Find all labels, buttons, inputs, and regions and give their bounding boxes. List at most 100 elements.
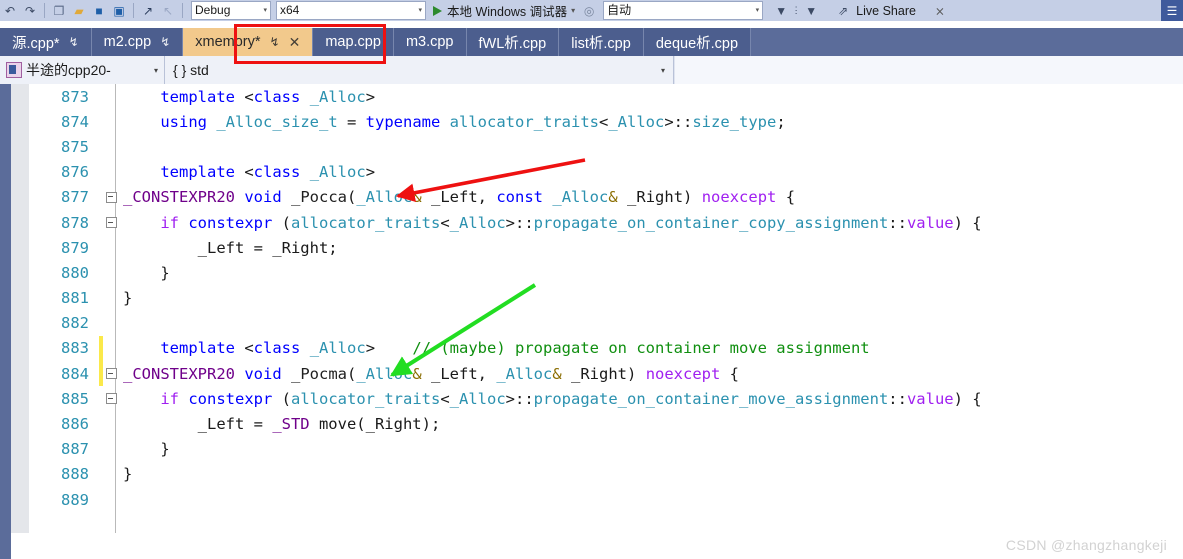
menu-icon[interactable]: ☰ [1161,0,1183,21]
collapse-minus-icon[interactable] [105,393,117,405]
change-indicator [99,160,103,185]
shield-icon[interactable]: ◎ [579,1,599,21]
line-number: 873 [61,87,89,106]
project-icon [6,62,22,78]
code-line[interactable]: 876 template <class _Alloc> [29,160,1183,185]
editor-tab[interactable]: 源.cpp* ↯ [0,28,92,56]
pin-icon[interactable]: ↯ [160,35,170,49]
filter-down-icon[interactable]: ▼ [771,1,791,21]
run-play-icon[interactable] [433,5,442,16]
run-debugger-label[interactable]: 本地 Windows 调试器 [447,1,567,20]
editor-tab[interactable]: list析.cpp [559,28,644,56]
live-share-label[interactable]: Live Share [856,4,916,18]
collapse-minus-icon[interactable] [105,368,117,380]
code-line[interactable]: 888} [29,462,1183,487]
code-line[interactable]: 889 [29,487,1183,512]
navigation-bar-empty-area [674,56,1183,84]
editor-tab[interactable]: xmemory* ↯ ✕ [183,28,314,56]
fold-toggle[interactable] [103,217,119,229]
fold-toggle[interactable] [103,368,119,380]
code-line[interactable]: 881} [29,286,1183,311]
editor-tab[interactable]: deque析.cpp [643,28,752,56]
change-indicator [99,335,103,362]
toolbar-separator-2 [133,3,134,18]
fold-toggle[interactable] [103,191,119,203]
editor-tab-label: xmemory* [195,34,261,50]
line-number: 889 [61,490,89,509]
code-editor[interactable]: 873 template <class _Alloc> 874 using _Al… [0,84,1183,533]
code-text: using _Alloc_size_t = typename allocator… [160,112,786,131]
chevron-down-icon: ▾ [660,65,665,75]
main-toolbar: ↶ ↷ ❐ ▰ ■ ▣ ↗ ↖ Debug ▾ x64 ▾ 本地 Windows… [0,0,1183,21]
undo-icon[interactable]: ↶ [0,1,20,21]
code-line[interactable]: 884 _CONSTEXPR20 void _Pocma(_Alloc& _Lef… [29,361,1183,387]
line-number: 887 [61,440,89,459]
change-indicator [99,487,103,512]
code-line[interactable]: 887 } [29,437,1183,462]
build-platform-value: x64 [280,3,300,17]
project-name: 半途的cpp20- [26,62,111,78]
line-number: 879 [61,238,89,257]
share-icon[interactable]: ⇗ [833,1,853,21]
line-number: 876 [61,163,89,182]
code-text: template <class _Alloc> [160,163,376,182]
code-text: _Left = _STD move(_Right); [123,415,441,434]
change-indicator [99,235,103,260]
code-line[interactable]: 875 [29,134,1183,159]
code-lines-container[interactable]: 873 template <class _Alloc> 874 using _Al… [29,84,1183,533]
code-line[interactable]: 883 template <class _Alloc> // (maybe) p… [29,335,1183,362]
code-line[interactable]: 886 _Left = _STD move(_Right); [29,411,1183,436]
build-platform-combo[interactable]: x64 ▾ [276,1,426,20]
line-number: 882 [61,314,89,333]
editor-tab-label: 源.cpp* [12,35,60,52]
line-number: 883 [61,339,89,358]
close-icon[interactable]: ✕ [289,34,301,51]
save-all-icon[interactable]: ▣ [109,1,129,21]
line-number: 877 [61,188,89,207]
new-file-icon[interactable]: ❐ [49,1,69,21]
line-number: 880 [61,263,89,282]
filter-down-icon-2[interactable]: ▼ [801,1,821,21]
open-folder-icon[interactable]: ▰ [69,1,89,21]
code-line[interactable]: 885 if constexpr (allocator_traits<_Allo… [29,386,1183,411]
editor-tab[interactable]: map.cpp [313,28,394,56]
code-text: if constexpr (allocator_traits<_Alloc>::… [160,389,982,408]
collapse-minus-icon[interactable] [105,191,117,203]
code-text: } [123,440,170,459]
line-number: 888 [61,465,89,484]
editor-tab[interactable]: m3.cpp [393,28,467,56]
chevron-down-icon[interactable]: ▾ [571,6,575,15]
change-indicator [99,286,103,311]
pin-icon[interactable]: ↯ [270,35,280,49]
navigate-forward-icon[interactable]: ↗ [138,1,158,21]
collapse-minus-icon[interactable] [105,217,117,229]
code-line[interactable]: 882 [29,311,1183,336]
redo-icon[interactable]: ↷ [20,1,40,21]
line-number: 884 [61,364,89,383]
editor-tab[interactable]: fWL析.cpp [466,28,560,56]
editor-tab-label: deque析.cpp [655,35,739,52]
code-text: template <class _Alloc> [160,87,376,106]
code-line[interactable]: 880 } [29,260,1183,285]
fold-toggle[interactable] [103,393,119,405]
code-line[interactable]: 878 if constexpr (allocator_traits<_Allo… [29,210,1183,235]
build-configuration-combo[interactable]: Debug ▾ [191,1,271,20]
code-line[interactable]: 879 _Left = _Right; [29,235,1183,260]
namespace-scope-combo[interactable]: { } std ▾ [165,56,674,84]
project-scope-combo[interactable]: 半途的cpp20- ▾ [0,56,165,84]
chevron-down-icon: ▾ [263,7,267,14]
editor-left-accent-bar [0,84,11,533]
person-icon[interactable]: ⨯ [930,1,950,21]
code-line[interactable]: 877 _CONSTEXPR20 void _Pocca(_Alloc& _Lef… [29,185,1183,210]
editor-tab[interactable]: m2.cpp ↯ [91,28,184,56]
auto-mode-combo[interactable]: 自动 ▾ [603,1,764,20]
code-line[interactable]: 873 template <class _Alloc> [29,84,1183,109]
navigate-back-icon[interactable]: ↖ [158,1,178,21]
code-line[interactable]: 874 using _Alloc_size_t = typename alloc… [29,109,1183,134]
change-indicator [99,411,103,436]
chevron-down-icon: ▾ [418,7,422,14]
save-icon[interactable]: ■ [89,1,109,21]
pin-icon[interactable]: ↯ [69,35,79,49]
editor-tab-label: map.cpp [325,34,381,50]
auto-mode-value: 自动 [607,3,632,17]
